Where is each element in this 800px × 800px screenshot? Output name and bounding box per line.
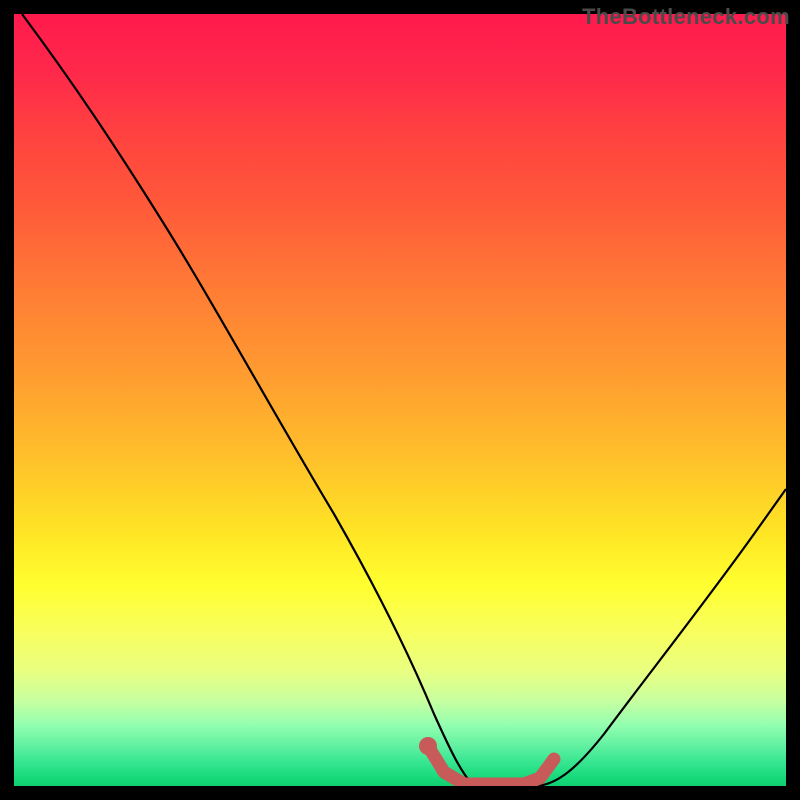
chart-container: TheBottleneck.com [0, 0, 800, 800]
marker-dot-icon [419, 737, 437, 755]
bottleneck-curve [22, 14, 786, 786]
optimal-zone-highlight [428, 746, 554, 784]
chart-svg [14, 14, 786, 786]
watermark-label: TheBottleneck.com [582, 4, 790, 30]
